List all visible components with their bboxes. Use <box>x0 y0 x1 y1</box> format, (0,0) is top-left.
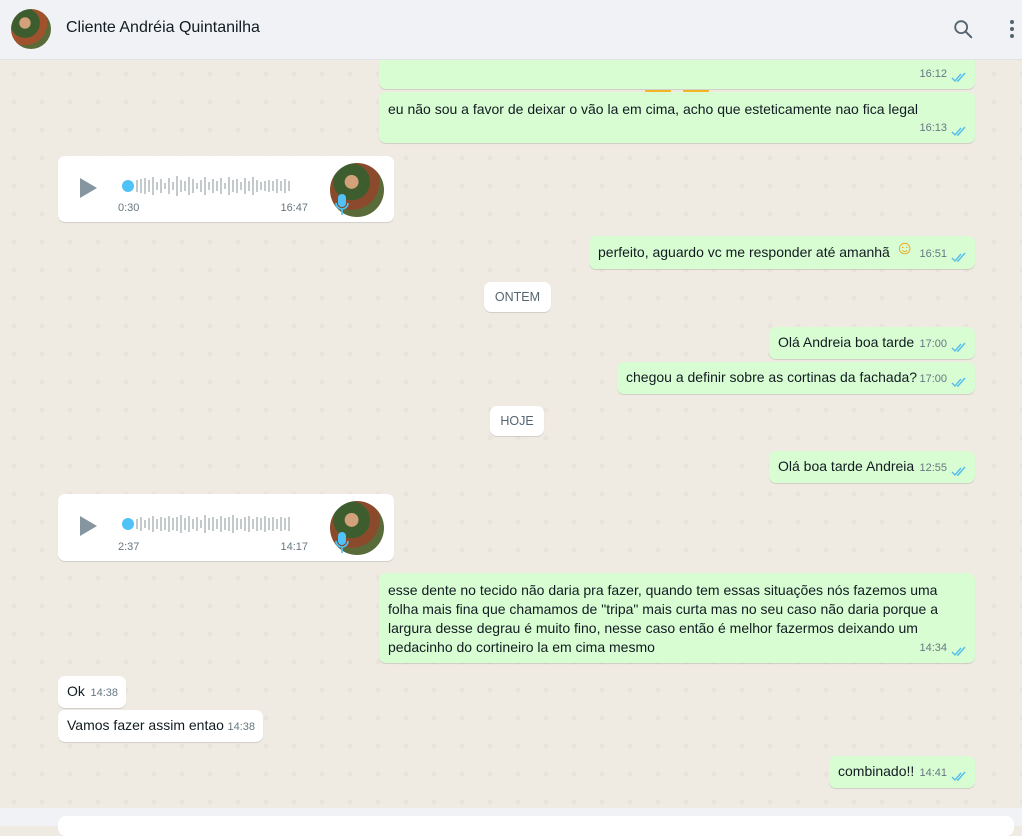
message-text: combinado!! <box>838 763 915 779</box>
chat-header: Cliente Andréia Quintanilha <box>0 0 1022 60</box>
contact-avatar[interactable] <box>11 9 51 49</box>
message-bubble-incoming[interactable]: Vamos fazer assim entao 14:38 <box>58 710 263 742</box>
read-ticks-icon <box>951 252 966 263</box>
read-ticks-icon <box>951 466 966 477</box>
read-ticks-icon <box>951 646 966 657</box>
message-bubble-incoming[interactable]: Ok 14:38 <box>58 676 126 708</box>
message-time: 16:13 <box>919 122 947 134</box>
play-icon[interactable] <box>77 515 99 537</box>
message-time: 17:00 <box>919 338 947 350</box>
message-list[interactable]: 16:12 eu não sou a favor de deixar o vão… <box>0 60 1022 808</box>
message-text: eu não sou a favor de deixar o vão la em… <box>388 101 918 117</box>
message-text: esse dente no tecido não daria pra fazer… <box>388 582 939 655</box>
message-time: 14:41 <box>919 767 947 779</box>
message-time: 14:38 <box>90 687 118 699</box>
message-time: 12:55 <box>919 462 947 474</box>
message-bubble-outgoing[interactable]: chegou a definir sobre as cortinas da fa… <box>617 362 975 394</box>
message-bubble-outgoing[interactable]: esse dente no tecido não daria pra fazer… <box>379 573 975 663</box>
message-text: Vamos fazer assim entao <box>67 717 224 733</box>
read-ticks-icon <box>951 342 966 353</box>
waveform[interactable] <box>122 174 302 198</box>
contact-name[interactable]: Cliente Andréia Quintanilha <box>66 19 260 37</box>
message-time: 16:51 <box>919 248 947 260</box>
message-bubble-outgoing[interactable]: combinado!! 14:41 <box>829 756 975 788</box>
mic-icon <box>335 194 349 215</box>
message-text: Olá boa tarde Andreia <box>778 458 915 474</box>
audio-duration: 2:37 <box>118 541 140 553</box>
mic-icon <box>335 532 349 553</box>
play-icon[interactable] <box>77 177 99 199</box>
message-time: 17:00 <box>919 373 947 385</box>
date-separator: ONTEM <box>484 282 551 312</box>
read-ticks-icon <box>951 72 966 83</box>
smiling-face-emoji: ☺ <box>895 238 915 259</box>
message-text: perfeito, aguardo vc me responder até am… <box>598 244 890 260</box>
message-time: 14:38 <box>227 721 255 733</box>
read-ticks-icon <box>951 377 966 388</box>
message-time: 16:12 <box>919 68 947 80</box>
message-bubble-outgoing[interactable]: Olá boa tarde Andreia 12:55 <box>769 451 975 483</box>
message-bubble-outgoing[interactable]: Olá Andreia boa tarde 17:00 <box>769 327 975 359</box>
message-input[interactable] <box>58 816 1014 836</box>
message-text: Ok <box>67 683 85 699</box>
read-ticks-icon <box>951 771 966 782</box>
message-bubble-outgoing[interactable]: perfeito, aguardo vc me responder até am… <box>589 236 975 269</box>
voice-message[interactable]: 2:37 14:17 <box>58 494 394 561</box>
message-text: chegou a definir sobre as cortinas da fa… <box>626 369 918 385</box>
message-time: 14:17 <box>280 541 308 553</box>
waveform[interactable] <box>122 512 302 536</box>
audio-duration: 0:30 <box>118 202 140 214</box>
read-ticks-icon <box>951 126 966 137</box>
composer-bar <box>0 808 1022 836</box>
message-time: 16:47 <box>280 202 308 214</box>
message-bubble-outgoing[interactable]: eu não sou a favor de deixar o vão la em… <box>379 92 975 143</box>
message-bubble-outgoing[interactable]: 16:12 <box>379 60 975 103</box>
menu-icon[interactable] <box>1002 18 1022 40</box>
date-separator: HOJE <box>490 406 544 436</box>
message-text: Olá Andreia boa tarde <box>778 334 915 350</box>
voice-message[interactable]: 0:30 16:47 <box>58 156 394 222</box>
search-icon[interactable] <box>952 18 974 40</box>
message-time: 14:34 <box>919 642 947 654</box>
